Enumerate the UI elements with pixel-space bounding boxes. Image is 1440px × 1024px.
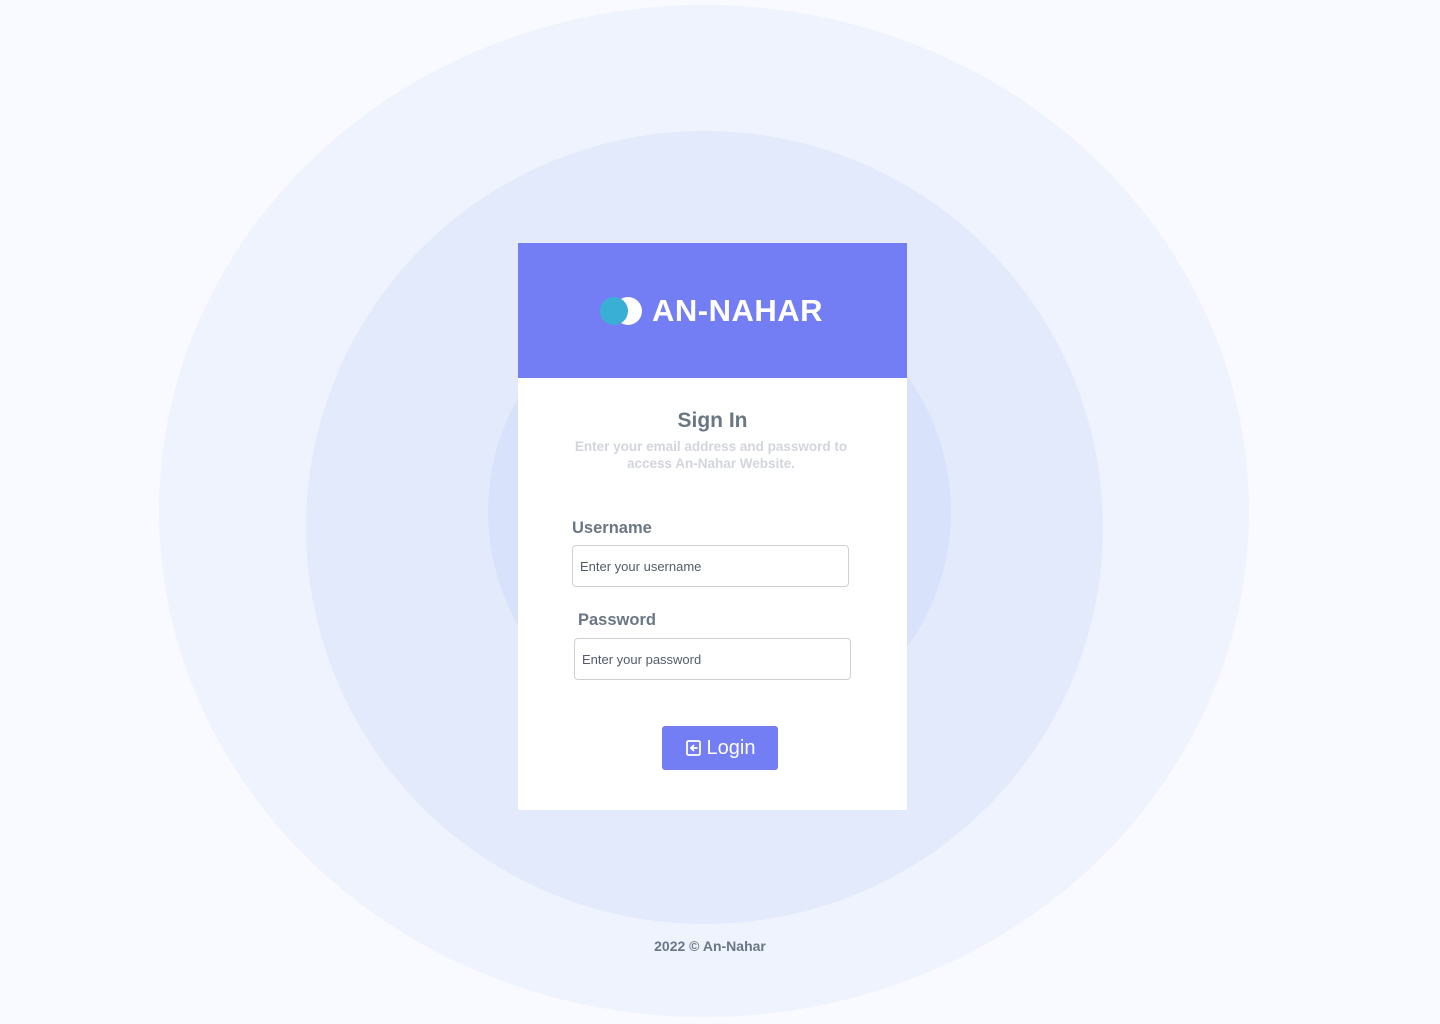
two-circles-logo-icon: [599, 296, 642, 326]
login-card: AN-NAHAR Sign In Enter your email addres…: [518, 243, 907, 810]
login-button[interactable]: Login: [662, 726, 778, 770]
username-label: Username: [572, 519, 652, 537]
login-icon: [685, 739, 703, 757]
card-header: AN-NAHAR: [518, 243, 907, 378]
password-label: Password: [578, 611, 656, 629]
username-input[interactable]: [572, 545, 849, 587]
page-background: AN-NAHAR Sign In Enter your email addres…: [0, 0, 1440, 1024]
brand-logo: AN-NAHAR: [599, 292, 824, 329]
password-input[interactable]: [574, 638, 851, 680]
page-subtitle: Enter your email address and password to…: [574, 439, 848, 471]
brand-name: AN-NAHAR: [651, 292, 824, 328]
footer-copyright: 2022 © An-Nahar: [654, 938, 766, 954]
login-button-label: Login: [706, 736, 756, 759]
page-title: Sign In: [677, 409, 748, 432]
